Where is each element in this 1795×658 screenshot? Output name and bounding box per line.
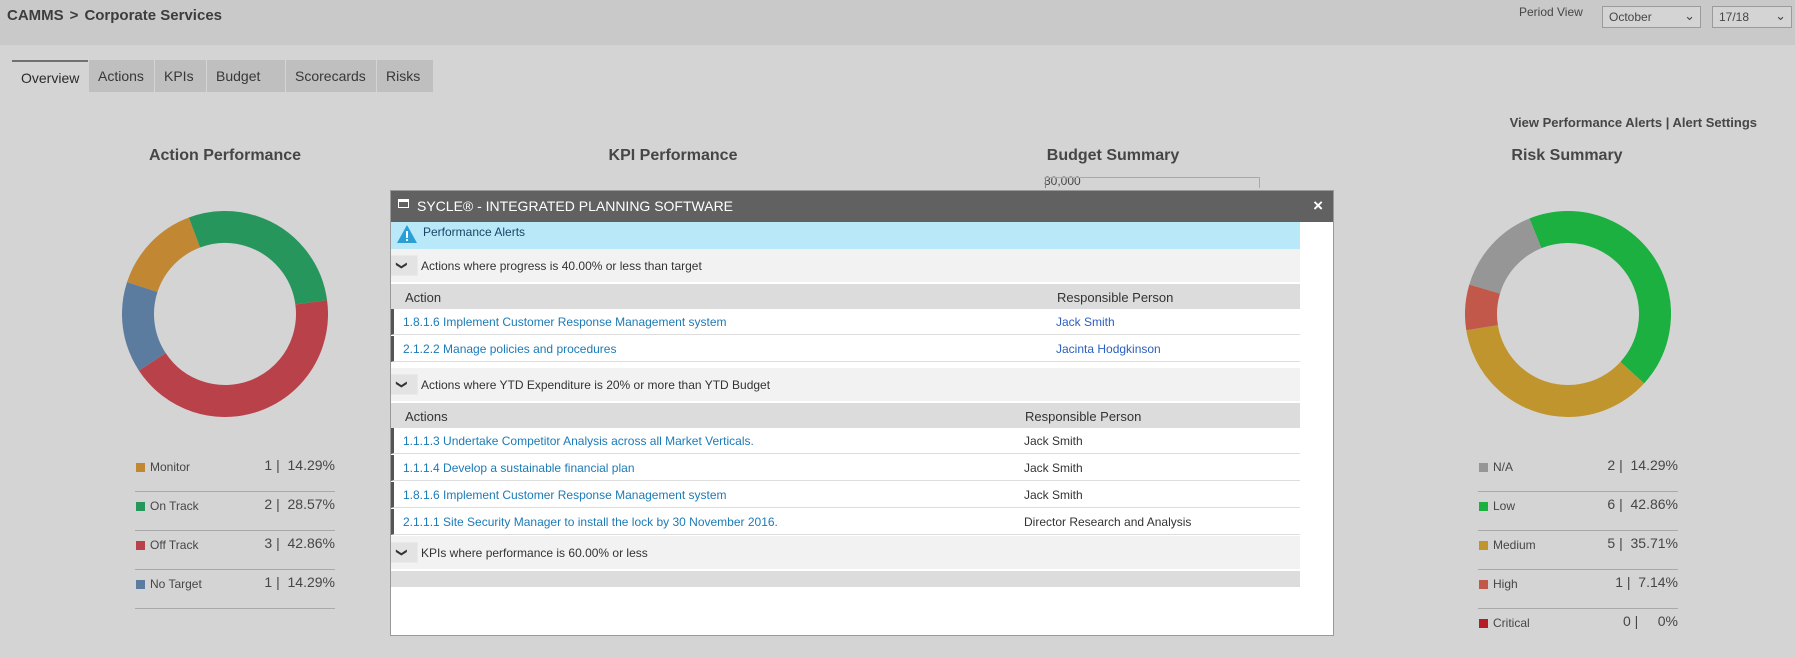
responsible-person: Jack Smith <box>1024 488 1083 502</box>
action-link[interactable]: 2.1.2.2 Manage policies and procedures <box>403 342 616 356</box>
table-row: 1.8.1.6 Implement Customer Response Mana… <box>391 309 1300 335</box>
dialog-body[interactable]: Performance Alerts ❯ Actions where progr… <box>391 222 1300 587</box>
table-row: 1.8.1.6 Implement Customer Response Mana… <box>391 482 1300 508</box>
group-title: Actions where YTD Expenditure is 20% or … <box>421 378 771 392</box>
group-title: KPIs where performance is 60.00% or less <box>421 546 648 560</box>
table-header: Actions Responsible Person <box>391 403 1300 428</box>
action-link[interactable]: 1.1.1.3 Undertake Competitor Analysis ac… <box>403 434 754 448</box>
responsible-person-link[interactable]: Jacinta Hodgkinson <box>1056 342 1161 356</box>
banner-title: Performance Alerts <box>423 225 526 239</box>
table-row: 2.1.1.1 Site Security Manager to install… <box>391 509 1300 535</box>
responsible-person: Director Research and Analysis <box>1024 515 1192 529</box>
close-icon[interactable]: × <box>1313 196 1323 216</box>
responsible-person-link[interactable]: Jack Smith <box>1056 315 1115 329</box>
column-header-responsible: Responsible Person <box>1025 409 1142 424</box>
responsible-person: Jack Smith <box>1024 461 1083 475</box>
action-link[interactable]: 1.8.1.6 Implement Customer Response Mana… <box>403 315 726 329</box>
chevron-down-icon[interactable]: ❯ <box>391 374 418 395</box>
action-link[interactable]: 1.8.1.6 Implement Customer Response Mana… <box>403 488 726 502</box>
dialog-title: SYCLE® - INTEGRATED PLANNING SOFTWARE <box>417 198 734 214</box>
table-header-partial <box>391 571 1300 587</box>
alert-group-kpi[interactable]: ❯ KPIs where performance is 60.00% or le… <box>391 536 1300 569</box>
warning-icon <box>397 225 417 243</box>
performance-alerts-dialog: SYCLE® - INTEGRATED PLANNING SOFTWARE × … <box>390 190 1334 636</box>
action-link[interactable]: 1.1.1.4 Develop a sustainable financial … <box>403 461 635 475</box>
action-link[interactable]: 2.1.1.1 Site Security Manager to install… <box>403 515 778 529</box>
table-row: 2.1.2.2 Manage policies and procedures J… <box>391 336 1300 362</box>
column-header-responsible: Responsible Person <box>1057 290 1174 305</box>
alert-group-expenditure[interactable]: ❯ Actions where YTD Expenditure is 20% o… <box>391 368 1300 401</box>
column-header-actions: Actions <box>405 409 448 424</box>
window-icon <box>398 199 409 208</box>
chevron-down-icon[interactable]: ❯ <box>391 542 418 563</box>
column-header-action: Action <box>405 290 442 305</box>
table-row: 1.1.1.4 Develop a sustainable financial … <box>391 455 1300 481</box>
dialog-header[interactable]: SYCLE® - INTEGRATED PLANNING SOFTWARE × <box>391 191 1333 222</box>
chevron-down-icon[interactable]: ❯ <box>391 255 418 276</box>
performance-alerts-banner: Performance Alerts <box>391 222 1300 249</box>
group-title: Actions where progress is 40.00% or less… <box>421 259 702 273</box>
table-row: 1.1.1.3 Undertake Competitor Analysis ac… <box>391 428 1300 454</box>
responsible-person: Jack Smith <box>1024 434 1083 448</box>
alert-group-progress[interactable]: ❯ Actions where progress is 40.00% or le… <box>391 249 1300 282</box>
table-header: Action Responsible Person <box>391 284 1300 309</box>
